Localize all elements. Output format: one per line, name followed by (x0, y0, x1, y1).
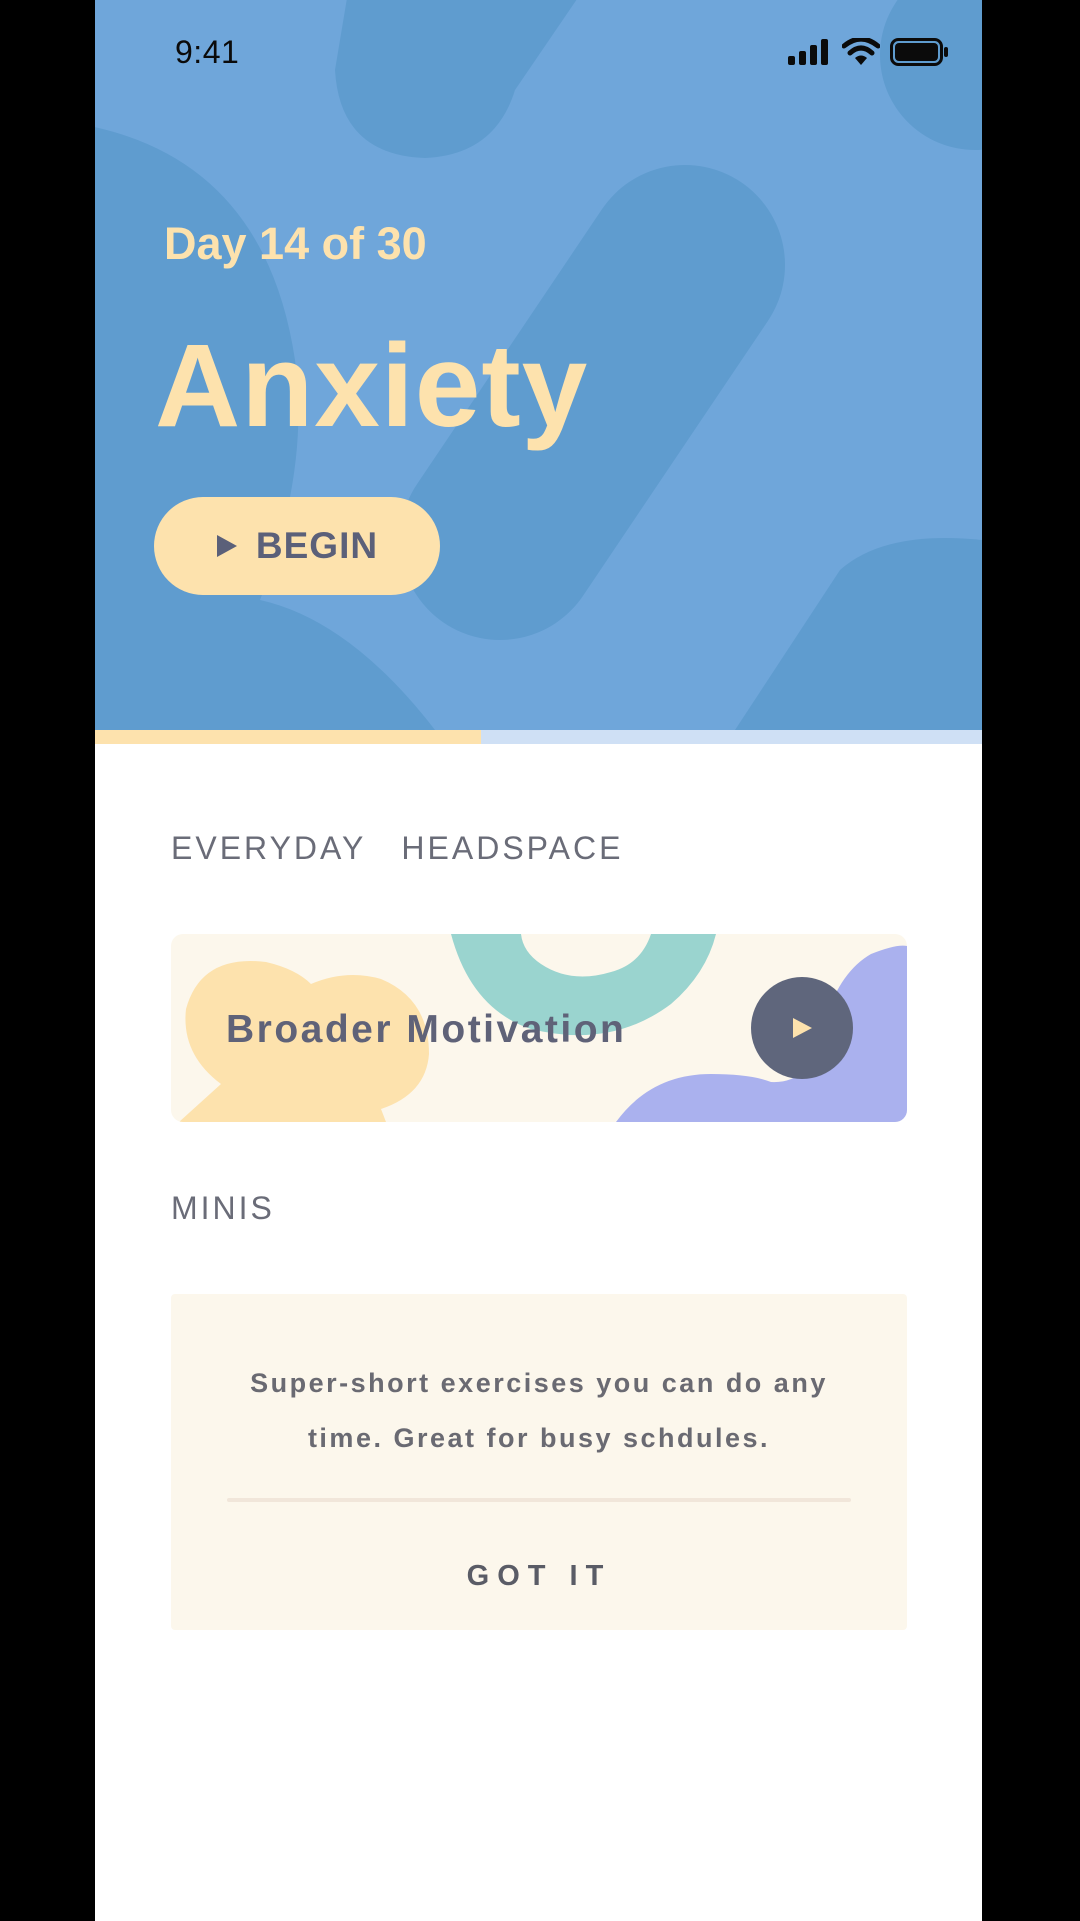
signal-icon (788, 39, 828, 65)
broader-motivation-card[interactable]: Broader Motivation (171, 934, 907, 1122)
minis-description-line-2: time. Great for busy schdules. (307, 1423, 771, 1453)
status-time: 9:41 (175, 34, 240, 70)
broader-motivation-title: Broader Motivation (226, 1008, 627, 1051)
program-progress-fill (95, 730, 481, 744)
minis-description: Super-short exercises you can do any tim… (211, 1356, 867, 1466)
wifi-icon (842, 38, 880, 65)
battery-icon (890, 38, 948, 66)
got-it-button[interactable]: GOT IT (171, 1546, 907, 1606)
minis-divider (227, 1498, 851, 1502)
program-day-label: Day 14 of 30 (164, 218, 427, 269)
begin-button[interactable]: BEGIN (154, 497, 440, 595)
begin-button-label: BEGIN (255, 525, 379, 566)
play-session-button[interactable] (751, 977, 853, 1079)
status-bar: 9:41 (95, 0, 982, 110)
minis-heading: MINIS (171, 1190, 275, 1226)
play-icon (216, 535, 237, 557)
program-title: Anxiety (155, 320, 589, 452)
minis-description-line-1: Super-short exercises you can do any (250, 1368, 828, 1398)
program-progress-bar (95, 730, 982, 744)
phone-screen: 9:41 Day 14 of 30 Anxiety BEGIN EVERYDAY… (95, 0, 982, 1921)
status-icons (788, 38, 948, 66)
hero-banner: 9:41 Day 14 of 30 Anxiety BEGIN (95, 0, 982, 730)
everyday-headspace-heading: EVERYDAY HEADSPACE (171, 830, 624, 866)
minis-info-card: Super-short exercises you can do any tim… (171, 1294, 907, 1630)
play-icon (793, 1018, 812, 1038)
